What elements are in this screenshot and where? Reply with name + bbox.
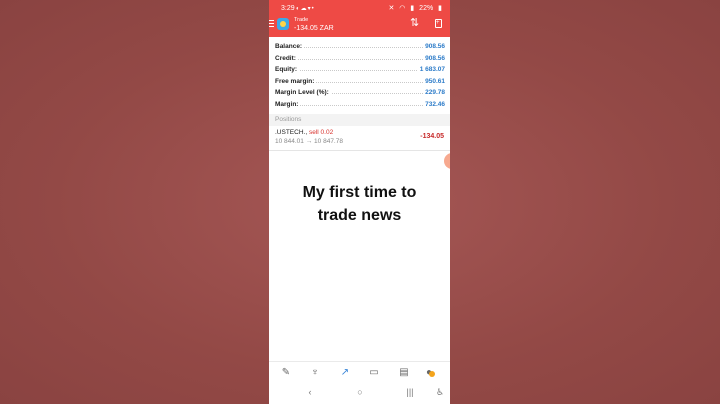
status-time: 3:29 <box>281 5 295 12</box>
history-icon[interactable]: ▭ <box>366 366 382 380</box>
battery-icon: ▮ <box>438 5 442 12</box>
signal-icon: ▮ <box>410 5 415 12</box>
position-profit: -134.05 <box>420 133 444 140</box>
account-row-credit: Credit: 908.56 <box>275 53 445 64</box>
app-logo <box>277 18 289 30</box>
bottom-nav: ✎ ♆ ↗ ▭ ▤ ● <box>269 361 450 384</box>
accessibility-icon[interactable]: ♿ <box>433 387 447 398</box>
account-row-equity: Equity: 1 683.07 <box>275 64 445 75</box>
position-prices: 10 844.01 → 10 847.78 <box>275 138 343 145</box>
status-right: ✕ ◠ ▮ 22% ▮ <box>385 4 442 14</box>
divider <box>269 150 450 151</box>
sort-icon[interactable]: ⇅ <box>410 16 419 29</box>
notification-icons: ◐☁▾• <box>296 6 315 12</box>
header-balance: -134.05 ZAR <box>294 25 334 32</box>
new-order-icon[interactable] <box>435 19 442 28</box>
system-nav-bar: ‹ ○ ||| ♿ <box>269 383 450 404</box>
current-price: 10 847.78 <box>314 138 343 145</box>
battery-level: 22% <box>419 5 434 12</box>
position-symbol: .USTECH., <box>275 129 308 136</box>
positions-header: Positions <box>269 114 450 126</box>
phone-screen: 3:29 ◐☁▾• ✕ ◠ ▮ 22% ▮ Trade -134.05 ZAR … <box>269 0 450 404</box>
open-price: 10 844.01 <box>275 138 304 145</box>
wifi-icon: ◠ <box>399 5 406 12</box>
recents-icon[interactable]: ||| <box>403 387 417 397</box>
news-icon[interactable]: ▤ <box>396 366 412 380</box>
price-arrow: → <box>305 138 313 145</box>
trade-icon[interactable]: ↗ <box>337 366 353 380</box>
back-icon[interactable]: ‹ <box>303 387 317 397</box>
header-title: Trade <box>294 17 309 23</box>
mute-icon: ✕ <box>388 5 395 12</box>
account-row-margin: Margin: 732.46 <box>275 99 445 110</box>
messages-badge <box>429 371 435 377</box>
position-symbol-line: .USTECH., sell 0.02 <box>275 129 333 136</box>
side-panel-handle[interactable] <box>444 153 450 169</box>
status-bar: 3:29 ◐☁▾• ✕ ◠ ▮ 22% ▮ <box>269 4 450 14</box>
chart-icon[interactable]: ♆ <box>307 366 323 380</box>
video-caption: My first time to trade news <box>302 184 417 224</box>
quotes-icon[interactable]: ✎ <box>278 366 294 380</box>
account-row-free-margin: Free margin: 950.61 <box>275 76 445 87</box>
account-row-margin-level: Margin Level (%): 229.78 <box>275 87 445 98</box>
account-row-balance: Balance: 908.56 <box>275 41 445 52</box>
menu-icon[interactable] <box>269 20 275 28</box>
app-header: 3:29 ◐☁▾• ✕ ◠ ▮ 22% ▮ Trade -134.05 ZAR … <box>269 0 450 37</box>
home-icon[interactable]: ○ <box>353 387 367 397</box>
position-side: sell 0.02 <box>308 129 334 136</box>
